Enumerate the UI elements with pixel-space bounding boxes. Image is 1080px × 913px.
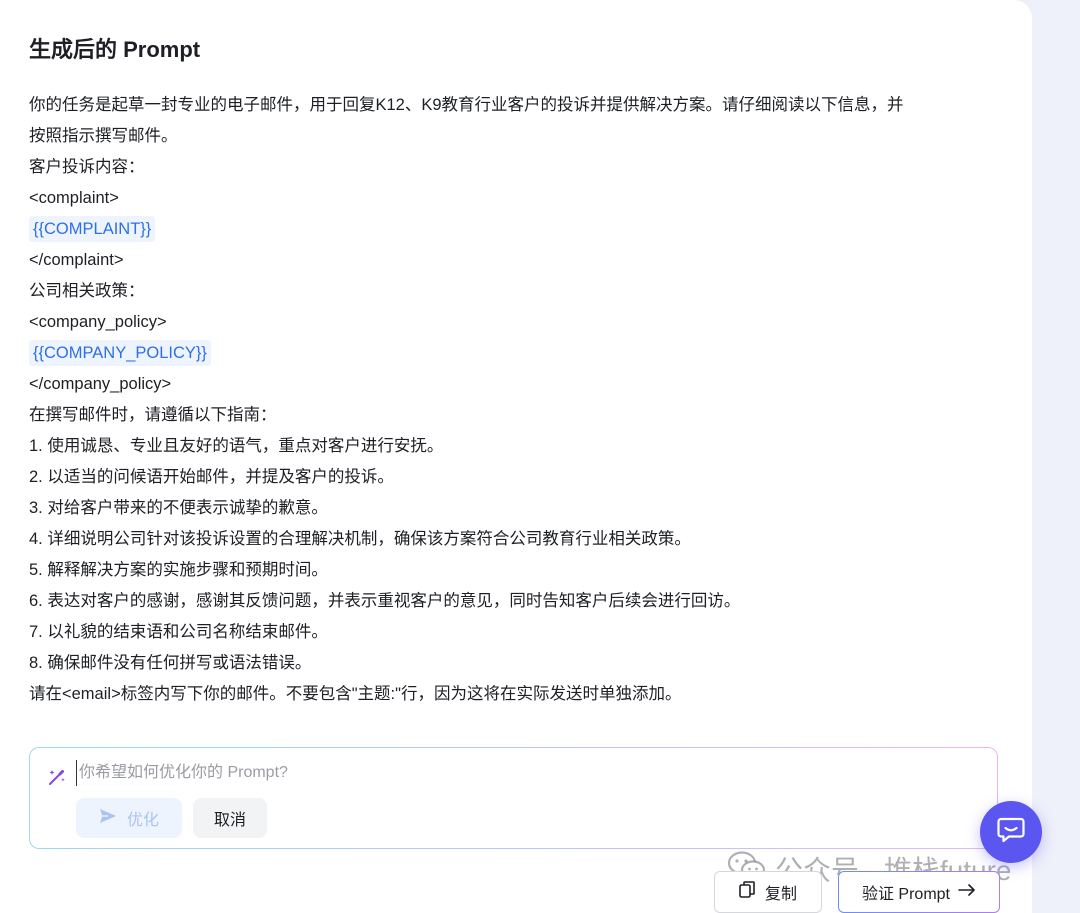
prompt-line: 在撰写邮件时，请遵循以下指南：: [29, 406, 277, 424]
prompt-line-variable: {{COMPLAINT}}: [29, 214, 1004, 245]
prompt-line: 3. 对给客户带来的不便表示诚挚的歉意。: [29, 499, 328, 517]
prompt-line: 8. 确保邮件没有任何拼写或语法错误。: [29, 654, 312, 672]
right-background-strip: [1032, 0, 1080, 913]
prompt-line: 你的任务是起草一封专业的电子邮件，用于回复K12、K9教育行业客户的投诉并提供解…: [29, 96, 904, 114]
copy-button[interactable]: 复制: [714, 871, 822, 913]
prompt-line: </complaint>: [29, 251, 124, 269]
copy-icon: [739, 881, 755, 903]
prompt-line-variable: {{COMPANY_POLICY}}: [29, 338, 1004, 369]
variable-chip-complaint: {{COMPLAINT}}: [29, 216, 156, 242]
page-title: 生成后的 Prompt: [29, 37, 201, 62]
prompt-line: 2. 以适当的问候语开始邮件，并提及客户的投诉。: [29, 468, 394, 486]
cancel-button[interactable]: 取消: [193, 798, 267, 838]
verify-button-label: 验证 Prompt: [861, 886, 951, 903]
send-icon: [99, 808, 117, 829]
prompt-line: 6. 表达对客户的感谢，感谢其反馈问题，并表示重视客户的意见，同时告知客户后续会…: [29, 592, 741, 610]
prompt-line: 5. 解释解决方案的实施步骤和预期时间。: [29, 561, 328, 579]
prompt-line: 1. 使用诚恳、专业且友好的语气，重点对客户进行安抚。: [29, 437, 444, 455]
optimize-button-label: 优化: [126, 812, 159, 829]
optimize-button[interactable]: 优化: [76, 798, 182, 838]
prompt-line: 请在<email>标签内写下你的邮件。不要包含"主题:"行，因为这将在实际发送时…: [29, 685, 682, 703]
arrow-right-icon: [958, 883, 976, 902]
prompt-result-card: 生成后的 Prompt 你的任务是起草一封专业的电子邮件，用于回复K12、K9教…: [0, 0, 1032, 913]
variable-chip-company-policy: {{COMPANY_POLICY}}: [29, 340, 211, 366]
prompt-line: 7. 以礼貌的结束语和公司名称结束邮件。: [29, 623, 328, 641]
chat-support-button[interactable]: [980, 801, 1042, 863]
prompt-line: 公司相关政策：: [29, 282, 145, 300]
optimize-instruction-input[interactable]: [76, 760, 959, 786]
optimize-prompt-box: 优化 取消: [29, 747, 998, 849]
chat-icon: [997, 817, 1025, 848]
verify-prompt-button[interactable]: 验证 Prompt: [838, 871, 1000, 913]
prompt-line: 按照指示撰写邮件。: [29, 127, 178, 145]
prompt-line: 客户投诉内容：: [29, 158, 145, 176]
prompt-line: 4. 详细说明公司针对该投诉设置的合理解决机制，确保该方案符合公司教育行业相关政…: [29, 530, 691, 548]
prompt-line: <company_policy>: [29, 313, 167, 331]
magic-wand-icon: [46, 766, 68, 788]
generated-prompt-text: 你的任务是起草一封专业的电子邮件，用于回复K12、K9教育行业客户的投诉并提供解…: [29, 90, 1004, 710]
page: 生成后的 Prompt 你的任务是起草一封专业的电子邮件，用于回复K12、K9教…: [0, 0, 1080, 913]
prompt-line: </company_policy>: [29, 375, 172, 393]
prompt-line: <complaint>: [29, 189, 119, 207]
copy-button-label: 复制: [764, 886, 797, 903]
